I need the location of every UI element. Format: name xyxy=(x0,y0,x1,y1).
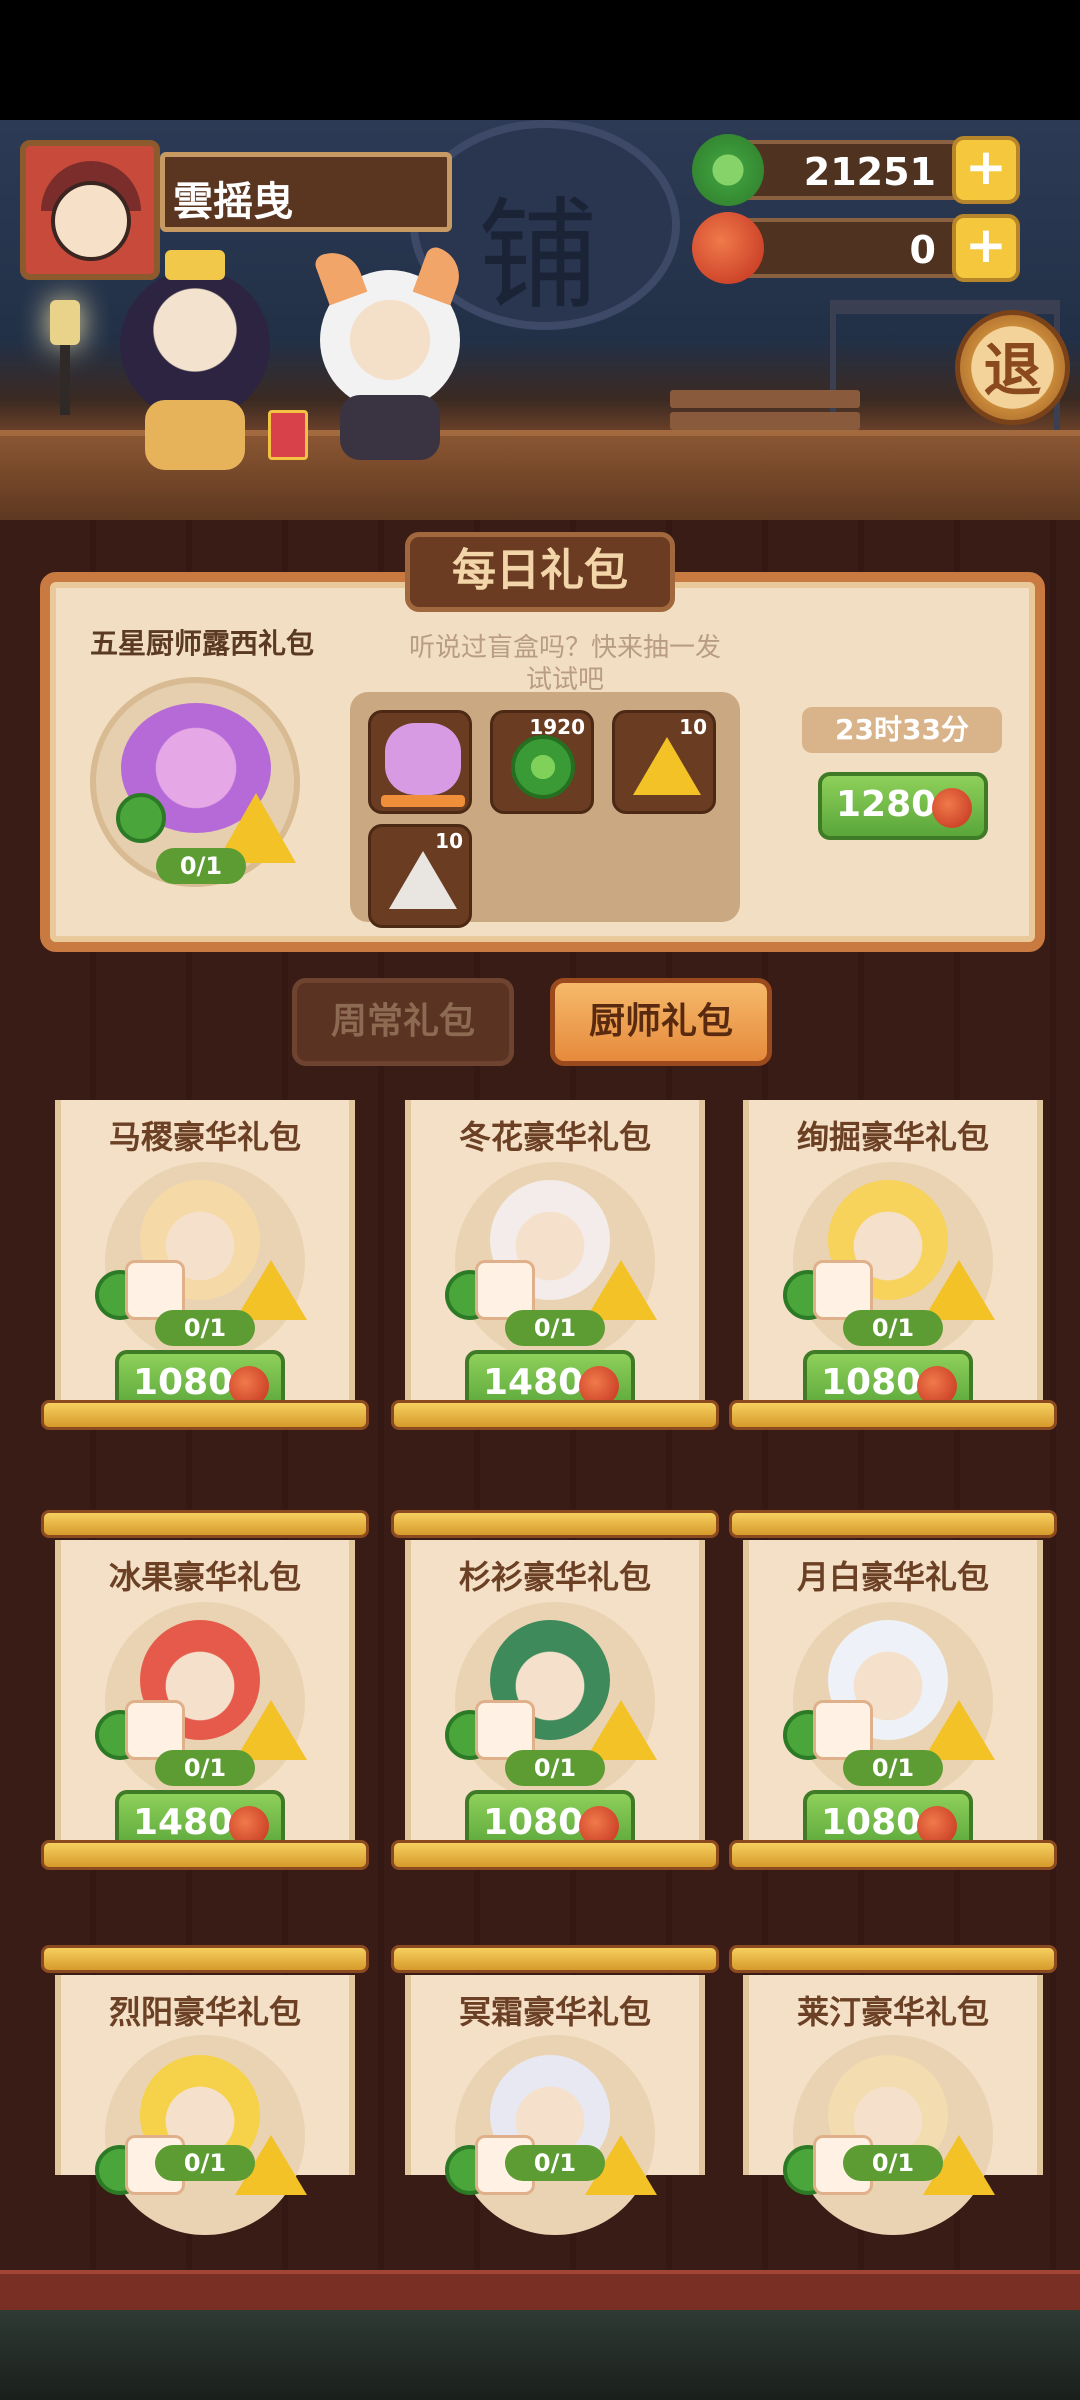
gold-token-icon xyxy=(923,1700,995,1760)
daily-pack-preview[interactable]: 0/1 xyxy=(90,677,300,887)
price-label: 1080 xyxy=(133,1362,234,1403)
chef-pack-card[interactable]: 烈阳豪华礼包 0/1 xyxy=(41,1945,369,2235)
purchase-count: 0/1 xyxy=(505,1310,605,1346)
card-title: 月白豪华礼包 xyxy=(796,1558,989,1596)
player-name: 雲摇曳 xyxy=(160,152,452,232)
apple-currency: 0 + xyxy=(692,212,1020,284)
price-label: 1080 xyxy=(821,1362,922,1403)
purchase-count: 0/1 xyxy=(156,848,246,884)
purchase-count: 0/1 xyxy=(505,1750,605,1786)
scroll-rod xyxy=(41,1840,369,1870)
exit-button[interactable]: 退 xyxy=(955,310,1070,425)
chef-pack-card[interactable]: 冰果豪华礼包 0/1 1480 xyxy=(41,1510,369,1890)
bottom-scene xyxy=(0,2310,1080,2400)
gold-token-icon xyxy=(585,1260,657,1320)
item-qty: 10 xyxy=(679,715,707,739)
red-apple-icon xyxy=(932,788,972,828)
gold-token-icon xyxy=(235,1260,307,1320)
purchase-count: 0/1 xyxy=(155,1310,255,1346)
purchase-count: 0/1 xyxy=(505,2145,605,2181)
card-title: 冬花豪华礼包 xyxy=(458,1118,651,1156)
card-title: 绚掘豪华礼包 xyxy=(796,1118,989,1156)
card-title: 烈阳豪华礼包 xyxy=(108,1993,301,2031)
card-title: 马稷豪华礼包 xyxy=(108,1118,301,1156)
daily-pack-title: 每日礼包 xyxy=(405,532,675,612)
red-apple-icon xyxy=(692,212,764,284)
daily-pack-tease: 听说过盲盒吗？快来抽一发试试吧 xyxy=(408,633,721,695)
status-bar-area xyxy=(0,0,1080,120)
item-slot[interactable]: 1920 xyxy=(490,710,594,814)
daily-pack-items: 1920 10 10 xyxy=(350,692,740,928)
apple-amount: 0 xyxy=(909,228,936,272)
scroll-rod xyxy=(729,1840,1057,1870)
scroll-rod xyxy=(41,1945,369,1973)
gold-token-icon xyxy=(633,737,701,795)
gold-token-icon xyxy=(585,1700,657,1760)
price-label: 1480 xyxy=(483,1362,584,1403)
tab-chef-pack[interactable]: 厨师礼包 xyxy=(550,978,772,1066)
add-jade-button[interactable]: + xyxy=(952,136,1020,204)
purchase-count: 0/1 xyxy=(843,2145,943,2181)
chef-pack-card[interactable]: 冬花豪华礼包 0/1 1480 xyxy=(391,1100,719,1450)
purchase-count: 0/1 xyxy=(155,1750,255,1786)
silver-token-icon xyxy=(389,851,457,909)
scroll-rod xyxy=(729,1945,1057,1973)
daily-pack-name: 五星厨师露西礼包 xyxy=(90,627,315,660)
scroll-rod xyxy=(41,1510,369,1538)
scroll-rod xyxy=(41,1400,369,1430)
scroll-rod xyxy=(729,1400,1057,1430)
chef-pack-card[interactable]: 莱汀豪华礼包 0/1 xyxy=(729,1945,1057,2235)
scroll-rod xyxy=(391,1945,719,1973)
scroll-rod xyxy=(729,1510,1057,1538)
chef-pack-card[interactable]: 冥霜豪华礼包 0/1 xyxy=(391,1945,719,2235)
price-label: 1080 xyxy=(821,1802,922,1843)
tab-weekly-pack[interactable]: 周常礼包 xyxy=(292,978,514,1066)
item-slot[interactable]: 10 xyxy=(368,824,472,928)
card-title: 莱汀豪华礼包 xyxy=(796,1993,989,2031)
scroll-rod xyxy=(391,1840,719,1870)
card-title: 冥霜豪华礼包 xyxy=(458,1993,651,2031)
chef-pack-card[interactable]: 马稷豪华礼包 0/1 1080 xyxy=(41,1100,369,1450)
bottom-frame xyxy=(0,2270,1080,2310)
player-avatar[interactable] xyxy=(20,140,160,280)
gold-token-icon xyxy=(923,1260,995,1320)
books-icon xyxy=(670,390,860,450)
purchase-count: 0/1 xyxy=(843,1750,943,1786)
chef-pack-card[interactable]: 月白豪华礼包 0/1 1080 xyxy=(729,1510,1057,1890)
item-qty: 10 xyxy=(435,829,463,853)
price-label: 1080 xyxy=(483,1802,584,1843)
card-title: 杉衫豪华礼包 xyxy=(458,1558,651,1596)
gold-token-icon xyxy=(235,1700,307,1760)
jade-coin-icon xyxy=(692,134,764,206)
scroll-rod xyxy=(391,1400,719,1430)
gift-box-icon xyxy=(268,410,308,460)
item-slot[interactable]: 10 xyxy=(612,710,716,814)
price-label: 1280 xyxy=(836,784,937,825)
daily-pack-buy-button[interactable]: 1280 xyxy=(818,772,988,840)
purchase-count: 0/1 xyxy=(155,2145,255,2181)
jade-currency: 21251 + xyxy=(692,134,1020,206)
jade-amount: 21251 xyxy=(803,150,936,194)
price-label: 1480 xyxy=(133,1802,234,1843)
cat-chef-icon xyxy=(385,723,461,795)
jade-coin-icon xyxy=(511,735,575,799)
chef-pack-card[interactable]: 杉衫豪华礼包 0/1 1080 xyxy=(391,1510,719,1890)
daily-pack-card: 五星厨师露西礼包 听说过盲盒吗？快来抽一发试试吧 0/1 1920 10 10 … xyxy=(40,572,1045,952)
add-apple-button[interactable]: + xyxy=(952,214,1020,282)
lamp-icon xyxy=(30,290,100,420)
jade-coin-icon xyxy=(116,793,166,843)
chef-pack-card[interactable]: 绚掘豪华礼包 0/1 1080 xyxy=(729,1100,1057,1450)
item-slot[interactable] xyxy=(368,710,472,814)
scroll-rod xyxy=(391,1510,719,1538)
chef-character-right xyxy=(312,244,468,460)
daily-pack-timer: 23时33分 xyxy=(802,707,1002,753)
card-title: 冰果豪华礼包 xyxy=(108,1558,301,1596)
chef-character-left xyxy=(120,250,270,470)
purchase-count: 0/1 xyxy=(843,1310,943,1346)
